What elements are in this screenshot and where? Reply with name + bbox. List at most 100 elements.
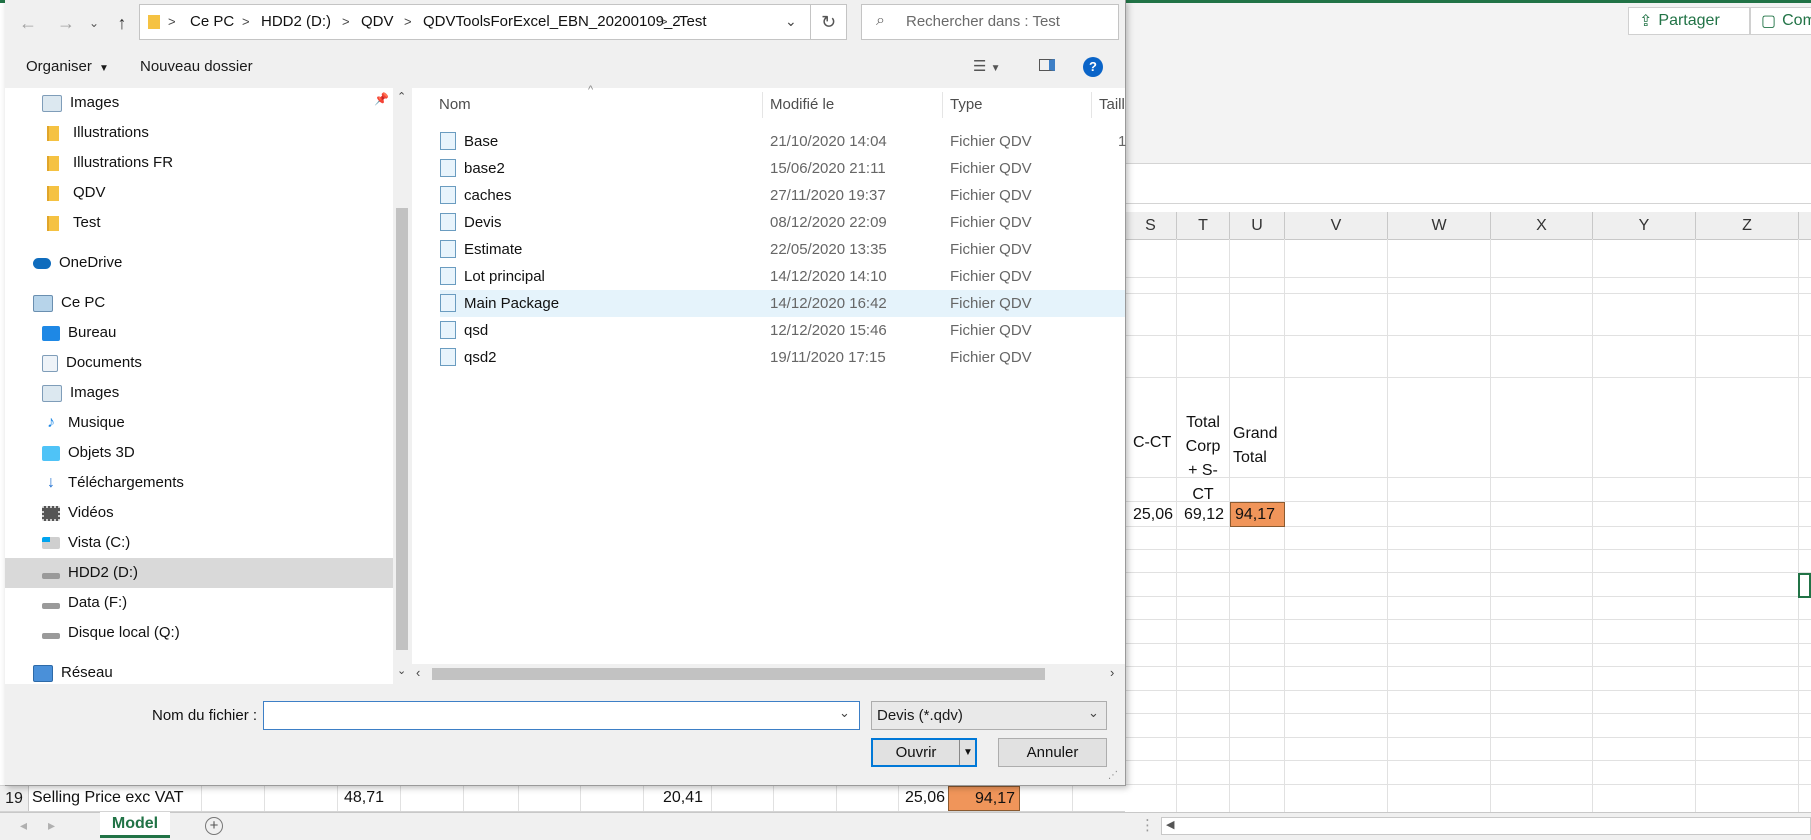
breadcrumb-qdv[interactable]: QDV (361, 5, 394, 39)
sheet-tab-model[interactable]: Model (100, 812, 170, 838)
navigation-pane[interactable]: 📌 Images Illustrations Illustrations FR … (5, 88, 393, 684)
splitter-icon[interactable]: ⋮ (1140, 816, 1155, 834)
nav-item-ce-pc[interactable]: Ce PC (5, 288, 393, 318)
scrollbar-thumb[interactable] (432, 668, 1045, 680)
nav-item-bureau[interactable]: Bureau (5, 318, 393, 348)
recent-locations-button[interactable]: ⌄ (87, 10, 101, 36)
nav-label: Data (F:) (68, 594, 128, 611)
file-row[interactable]: Base 21/10/2020 14:04 Fichier QDV 1 (440, 128, 1126, 155)
nav-item-test[interactable]: Test (5, 208, 393, 238)
excel-column-headers: S T U V W X Y Z (1125, 212, 1811, 240)
new-folder-button[interactable]: Nouveau dossier (140, 56, 253, 78)
nav-item-disque-local-q[interactable]: Disque local (Q:) (5, 618, 393, 648)
nav-item-vista-c[interactable]: Vista (C:) (5, 528, 393, 558)
refresh-button[interactable]: ↻ (811, 4, 847, 40)
scroll-right-icon[interactable]: › (1110, 665, 1114, 680)
scroll-down-icon[interactable]: ⌄ (397, 664, 406, 677)
address-dropdown-icon[interactable]: ⌄ (785, 13, 797, 30)
breadcrumb-separator-icon[interactable]: > (242, 5, 250, 39)
breadcrumb-qdvtools[interactable]: QDVToolsForExcel_EBN_20200109_2 (423, 5, 681, 39)
nav-item-images[interactable]: Images (5, 378, 393, 408)
breadcrumb-separator-icon[interactable]: > (342, 5, 350, 39)
nav-item-illustrations-fr[interactable]: Illustrations FR (5, 148, 393, 178)
up-button[interactable]: ↑ (109, 10, 135, 36)
breadcrumb-separator-icon[interactable]: > (168, 5, 176, 39)
chevron-down-icon[interactable]: ⌄ (839, 705, 850, 721)
column-header-s[interactable]: S (1125, 212, 1177, 239)
view-options-button[interactable]: ☰ ▼ (973, 56, 1001, 78)
resize-grip-icon[interactable]: ⋰ (1108, 770, 1118, 781)
help-button[interactable]: ? (1083, 57, 1103, 77)
add-sheet-button[interactable]: + (205, 817, 223, 835)
excel-ribbon: ⇪ Partager ▢ Com (1125, 3, 1811, 164)
nav-label: Illustrations (73, 124, 149, 141)
breadcrumb-hdd2[interactable]: HDD2 (D:) (261, 5, 331, 39)
filetype-select[interactable]: Devis (*.qdv) ⌄ (871, 701, 1107, 730)
scroll-up-icon[interactable]: ⌃ (397, 90, 406, 103)
file-row[interactable]: caches 27/11/2020 19:37 Fichier QDV (440, 182, 1125, 209)
breadcrumb-test[interactable]: Test (679, 5, 707, 39)
file-modified: 12/12/2020 15:46 (770, 322, 887, 339)
nav-item-telechargements[interactable]: ↓ Téléchargements (5, 468, 393, 498)
file-row[interactable]: qsd2 19/11/2020 17:15 Fichier QDV (440, 344, 1125, 371)
nav-item-documents[interactable]: Documents (5, 348, 393, 378)
column-header-u[interactable]: U (1230, 212, 1285, 239)
open-dropdown-icon[interactable]: ▼ (959, 740, 973, 765)
grand-total-value: 94,17 (1235, 506, 1276, 523)
file-row[interactable]: base2 15/06/2020 21:11 Fichier QDV (440, 155, 1125, 182)
forward-button[interactable]: → (53, 10, 79, 36)
column-header-z[interactable]: Z (1696, 212, 1799, 239)
column-header-v[interactable]: V (1285, 212, 1388, 239)
file-row[interactable]: Devis 08/12/2020 22:09 Fichier QDV (440, 209, 1125, 236)
nav-item-objets-3d[interactable]: Objets 3D (5, 438, 393, 468)
open-button[interactable]: Ouvrir ▼ (871, 738, 977, 767)
filename-input[interactable] (266, 704, 830, 729)
file-list-horizontal-scrollbar[interactable]: ‹ › (412, 664, 1125, 684)
nav-item-data-f[interactable]: Data (F:) (5, 588, 393, 618)
file-row-selected[interactable]: Main Package 14/12/2020 16:42 Fichier QD… (440, 290, 1125, 317)
organize-button[interactable]: Organiser ▼ (26, 56, 109, 78)
preview-pane-button[interactable] (1039, 56, 1055, 78)
filename-combobox[interactable]: ⌄ (263, 701, 860, 730)
excel-formula-bar[interactable] (1125, 170, 1811, 204)
nav-item-videos[interactable]: Vidéos (5, 498, 393, 528)
tab-scroll-right-icon[interactable]: ▸ (48, 817, 55, 834)
column-header-size[interactable]: Taille (1099, 88, 1125, 122)
nav-item-musique[interactable]: ♪ Musique (5, 408, 393, 438)
horizontal-scrollbar[interactable]: ◀ (1161, 817, 1811, 835)
column-header-type[interactable]: Type (950, 88, 983, 122)
scroll-left-icon[interactable]: ◀ (1166, 818, 1174, 831)
breadcrumb-separator-icon[interactable]: > (660, 5, 668, 39)
search-box[interactable]: ⌕ Rechercher dans : Test (861, 4, 1119, 40)
column-header-t[interactable]: T (1177, 212, 1230, 239)
forward-arrow-icon: → (57, 12, 75, 33)
scrollbar-thumb[interactable] (396, 208, 408, 650)
excel-row-19[interactable]: 19 Selling Price exc VAT 48,71 20,41 25,… (0, 785, 1125, 812)
nav-item-illustrations[interactable]: Illustrations (5, 118, 393, 148)
column-header-name[interactable]: Nom (439, 88, 471, 122)
column-header-w[interactable]: W (1388, 212, 1491, 239)
column-header-y[interactable]: Y (1593, 212, 1696, 239)
share-button[interactable]: ⇪ Partager (1628, 7, 1750, 35)
nav-item-images-pinned[interactable]: Images (5, 88, 393, 118)
nav-item-reseau[interactable]: Réseau (5, 658, 393, 688)
comments-button[interactable]: ▢ Com (1750, 7, 1811, 35)
file-row[interactable]: Lot principal 14/12/2020 14:10 Fichier Q… (440, 263, 1125, 290)
address-bar[interactable]: > Ce PC > HDD2 (D:) > QDV > QDVToolsForE… (139, 4, 811, 40)
breadcrumb-ce-pc[interactable]: Ce PC (190, 5, 234, 39)
nav-item-hdd2-d[interactable]: HDD2 (D:) (5, 558, 393, 588)
column-header-modified[interactable]: Modifié le (770, 88, 834, 122)
tab-scroll-left-icon[interactable]: ◂ (20, 817, 27, 834)
breadcrumb-separator-icon[interactable]: > (404, 5, 412, 39)
nav-item-qdv[interactable]: QDV (5, 178, 393, 208)
navigation-pane-scrollbar[interactable]: ⌃ ⌄ (393, 88, 411, 684)
file-list[interactable]: ^ Nom Modifié le Type Taille Base 21/10/… (412, 84, 1126, 684)
file-row[interactable]: Estimate 22/05/2020 13:35 Fichier QDV (440, 236, 1125, 263)
nav-item-onedrive[interactable]: OneDrive (5, 248, 393, 278)
column-header-x[interactable]: X (1491, 212, 1593, 239)
cancel-button[interactable]: Annuler (998, 738, 1107, 767)
file-row[interactable]: qsd 12/12/2020 15:46 Fichier QDV (440, 317, 1125, 344)
excel-grid[interactable]: C-CT Total Corp + S-CT Grand Total 25,06… (1125, 239, 1811, 812)
back-button[interactable]: ← (15, 10, 41, 36)
scroll-left-icon[interactable]: ‹ (416, 665, 420, 680)
